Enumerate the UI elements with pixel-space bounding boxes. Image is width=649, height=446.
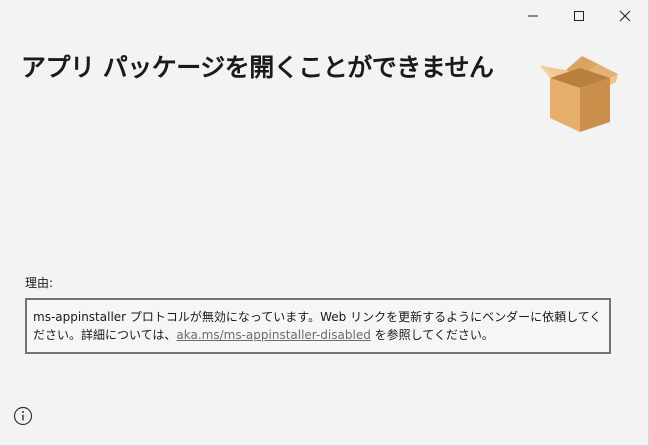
reason-text-suffix: を参照してください。 — [370, 328, 494, 342]
package-box-icon — [540, 56, 618, 132]
close-icon — [619, 10, 631, 22]
reason-message-box: ms-appinstaller プロトコルが無効になっています。Web リンクを… — [25, 298, 611, 354]
minimize-button[interactable] — [510, 0, 556, 32]
reason-link[interactable]: aka.ms/ms-appinstaller-disabled — [176, 328, 370, 342]
maximize-icon — [574, 11, 584, 21]
caption-buttons — [510, 0, 648, 32]
dialog-window: アプリ パッケージを開くことができません 理由: ms-appinstaller… — [0, 0, 649, 446]
close-button[interactable] — [602, 0, 648, 32]
minimize-icon — [528, 15, 538, 17]
dialog-title: アプリ パッケージを開くことができません — [21, 53, 494, 82]
reason-label: 理由: — [25, 276, 54, 290]
info-icon[interactable] — [13, 406, 33, 426]
maximize-button[interactable] — [556, 0, 602, 32]
